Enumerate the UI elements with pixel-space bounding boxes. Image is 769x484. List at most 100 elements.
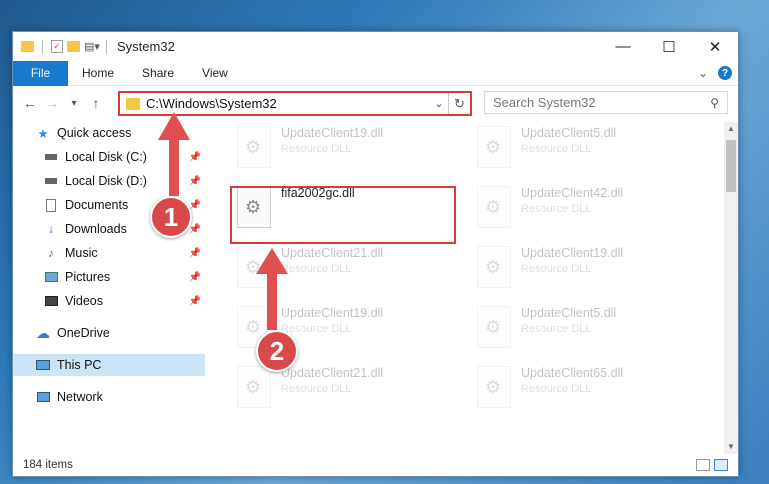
list-item[interactable]: UpdateClient19.dll Resource DLL <box>473 242 693 292</box>
list-item[interactable]: UpdateClient5.dll Resource DLL <box>473 302 693 352</box>
pin-icon: 📌 <box>188 151 201 163</box>
sidebar-item-quick-access[interactable]: ★ Quick access <box>35 122 205 144</box>
file-type: Resource DLL <box>521 263 592 275</box>
file-type: Resource DLL <box>521 383 592 395</box>
file-list: UpdateClient19.dll Resource DLL UpdateCli… <box>213 122 723 454</box>
pin-icon: 📌 <box>188 247 201 259</box>
title-bar: ✓ ▤▾ System32 — ☐ ✕ <box>13 32 738 61</box>
dll-file-icon <box>477 126 511 168</box>
tab-home[interactable]: Home <box>68 66 128 80</box>
sidebar-item-this-pc[interactable]: This PC <box>13 354 205 376</box>
vertical-scrollbar[interactable]: ▲ ▼ <box>724 122 738 454</box>
sidebar-item-label: Downloads <box>65 222 127 236</box>
pin-icon: 📌 <box>188 295 201 307</box>
list-item[interactable]: UpdateClient21.dll Resource DLL <box>233 242 453 292</box>
address-bar[interactable]: C:\Windows\System32 ⌄ ↻ <box>118 91 472 116</box>
sidebar-item-network[interactable]: Network <box>13 386 205 408</box>
dll-file-icon <box>477 306 511 348</box>
step-two-callout: 2 <box>256 330 298 372</box>
pictures-icon <box>43 270 59 284</box>
tiles-view-icon[interactable] <box>714 459 728 471</box>
tab-view[interactable]: View <box>188 66 242 80</box>
file-type: Resource DLL <box>521 203 592 215</box>
file-name: UpdateClient19.dll <box>281 306 384 320</box>
list-item[interactable]: UpdateClient42.dll Resource DLL <box>473 182 693 232</box>
sidebar-item-label: Videos <box>65 294 103 308</box>
music-icon: ♪ <box>47 246 55 260</box>
tab-file[interactable]: File <box>13 60 68 86</box>
navigation-bar: ← → ▾ ↑ C:\Windows\System32 ⌄ ↻ Search S… <box>13 86 738 120</box>
search-input[interactable]: Search System32 ⚲ <box>484 91 728 114</box>
folder-icon <box>126 97 140 110</box>
list-item[interactable]: UpdateClient5.dll Resource DLL <box>473 122 693 172</box>
file-name: UpdateClient19.dll <box>521 246 624 260</box>
file-type: Resource DLL <box>281 383 352 395</box>
refresh-icon[interactable]: ↻ <box>448 93 470 114</box>
sidebar-item-label: OneDrive <box>57 326 110 340</box>
minimize-button[interactable]: — <box>600 32 646 61</box>
sidebar-item-videos[interactable]: Videos 📌 <box>13 290 205 312</box>
drive-icon <box>43 174 59 188</box>
help-icon[interactable]: ? <box>718 66 732 80</box>
file-name: UpdateClient21.dll <box>281 246 384 260</box>
sidebar-item-label: Quick access <box>57 126 132 140</box>
quick-access-toolbar: ✓ ▤▾ <box>13 39 111 54</box>
file-name: UpdateClient42.dll <box>521 186 624 200</box>
window-title: System32 <box>117 39 175 54</box>
customize-toolbar-icon[interactable]: ▤▾ <box>84 40 100 54</box>
close-button[interactable]: ✕ <box>692 32 738 61</box>
drive-icon <box>43 150 59 164</box>
item-count: 184 items <box>23 459 73 471</box>
back-button[interactable]: ← <box>19 95 41 111</box>
step-one-callout: 1 <box>150 196 192 238</box>
dll-file-icon <box>237 366 271 408</box>
search-placeholder: Search System32 <box>493 95 596 110</box>
sidebar-item-pictures[interactable]: Pictures 📌 <box>13 266 205 288</box>
list-item[interactable]: UpdateClient65.dll Resource DLL <box>473 362 693 412</box>
scroll-up-icon[interactable]: ▲ <box>724 122 738 136</box>
list-item[interactable]: UpdateClient21.dll Resource DLL <box>233 362 453 412</box>
sidebar-item-local-disk-d[interactable]: Local Disk (D:) 📌 <box>13 170 205 192</box>
details-view-icon[interactable] <box>696 459 710 471</box>
file-name: UpdateClient19.dll <box>281 126 384 140</box>
properties-icon[interactable]: ✓ <box>51 40 63 53</box>
documents-icon <box>43 198 59 212</box>
up-button[interactable]: ↑ <box>85 95 107 111</box>
scroll-down-icon[interactable]: ▼ <box>724 440 738 454</box>
sidebar-item-local-disk-c[interactable]: Local Disk (C:) 📌 <box>13 146 205 168</box>
address-text[interactable]: C:\Windows\System32 <box>146 96 430 111</box>
list-item[interactable]: UpdateClient19.dll Resource DLL <box>233 122 453 172</box>
ribbon-tools: ⌄ ? <box>698 66 732 80</box>
tab-share[interactable]: Share <box>128 66 188 80</box>
chevron-down-icon[interactable]: ⌄ <box>430 97 448 110</box>
divider <box>106 39 107 54</box>
sidebar-item-label: Music <box>65 246 98 260</box>
expand-ribbon-icon[interactable]: ⌄ <box>698 66 708 80</box>
sidebar-item-label: Pictures <box>65 270 111 284</box>
file-type: Resource DLL <box>281 263 352 275</box>
view-toggle <box>696 459 728 471</box>
file-name: UpdateClient21.dll <box>281 366 384 380</box>
maximize-button[interactable]: ☐ <box>646 32 692 61</box>
sidebar-item-label: Local Disk (C:) <box>65 150 147 164</box>
file-name: UpdateClient65.dll <box>521 366 624 380</box>
folder-icon <box>21 41 34 52</box>
navigation-pane: ★ Quick access Local Disk (C:) 📌 Local D… <box>13 122 205 454</box>
scrollbar-thumb[interactable] <box>726 140 736 192</box>
search-icon[interactable]: ⚲ <box>710 96 719 110</box>
dll-file-icon <box>477 366 511 408</box>
dll-file-icon <box>477 246 511 288</box>
sidebar-item-onedrive[interactable]: ☁ OneDrive <box>13 322 205 344</box>
explorer-window: ✓ ▤▾ System32 — ☐ ✕ File Home Share View… <box>12 31 739 477</box>
sidebar-item-music[interactable]: ♪ Music 📌 <box>13 242 205 264</box>
ribbon-tabs: File Home Share View ⌄ ? <box>13 60 738 86</box>
recent-locations-button[interactable]: ▾ <box>63 98 85 109</box>
new-folder-icon[interactable] <box>67 41 80 52</box>
forward-button[interactable]: → <box>41 95 63 111</box>
dll-file-icon <box>237 126 271 168</box>
file-name: UpdateClient5.dll <box>521 126 617 140</box>
file-highlight-box <box>230 186 456 244</box>
sidebar-item-label: Network <box>57 390 103 404</box>
pin-icon: 📌 <box>188 223 201 235</box>
download-icon: ↓ <box>47 222 55 236</box>
